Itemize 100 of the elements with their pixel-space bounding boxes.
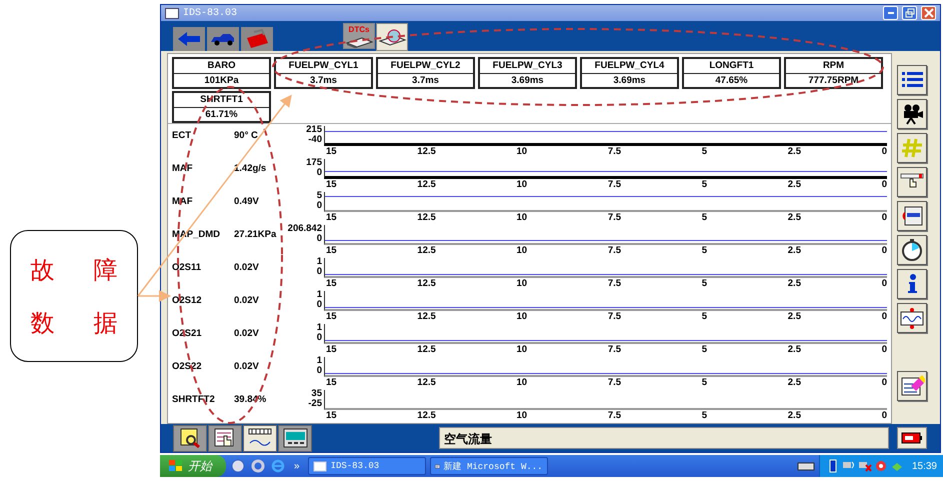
axis-label: 10 — [516, 278, 528, 289]
pid-name: BARO — [174, 59, 269, 74]
axis-label: 5 — [702, 179, 708, 190]
axis-label: 7.5 — [608, 311, 622, 322]
axis-label: 0 — [316, 201, 322, 211]
parameter-value: 90° C — [234, 129, 259, 143]
axis-label: 15 — [326, 377, 337, 388]
axis-label: 10 — [516, 179, 528, 190]
axis-label: 7.5 — [608, 344, 622, 355]
axis-label: 10 — [516, 410, 528, 421]
parameter-name: MAF — [171, 162, 194, 176]
pid-value: 3.7ms — [411, 74, 440, 88]
callout-text: 故 — [30, 254, 54, 286]
axis-label: 5 — [702, 146, 708, 157]
window-title: IDS-83.03 — [183, 8, 238, 18]
view-tab[interactable] — [173, 424, 207, 452]
hash-button[interactable] — [897, 133, 927, 163]
start-button[interactable]: 开始 — [160, 455, 226, 477]
overflow-button[interactable]: » — [290, 458, 304, 474]
axis-label: 5 — [702, 245, 708, 256]
waveform-button[interactable] — [897, 303, 927, 333]
axis-label: 10 — [516, 212, 528, 223]
parameter-name: MAP_DMD — [171, 228, 222, 242]
parameter-name: O2S12 — [171, 294, 203, 308]
minimize-button[interactable] — [883, 6, 898, 20]
view-tab[interactable] — [278, 424, 312, 452]
waveform-icon — [899, 306, 925, 330]
axis-label: 0 — [882, 278, 887, 289]
close-icon — [924, 8, 934, 18]
pid-name: FUELPW_CYL3 — [480, 59, 575, 74]
axis-label: 2.5 — [788, 278, 801, 289]
axis-label: 12.5 — [417, 344, 436, 355]
parameter-value: 0.49V — [234, 195, 260, 209]
view-tab[interactable] — [243, 424, 277, 452]
axis-label: 15 — [326, 245, 337, 256]
axis-label: 175 — [306, 158, 322, 168]
pointer-hand-button[interactable] — [897, 167, 927, 197]
axis-label: 7.5 — [608, 212, 622, 223]
pid-value: 3.7ms — [309, 74, 338, 88]
maximize-button[interactable] — [902, 6, 917, 20]
axis-label: 0 — [882, 410, 887, 421]
axis-label: 12.5 — [417, 212, 436, 223]
camera-button[interactable] — [897, 99, 927, 129]
windows-logo-icon — [168, 459, 184, 473]
axis-label: 0 — [316, 234, 322, 244]
eraser-button[interactable] — [897, 371, 927, 401]
axis-label: 2.5 — [788, 311, 801, 322]
axis-label: 7.5 — [608, 146, 622, 157]
axis-label: 12.5 — [417, 278, 436, 289]
axis-label: 2.5 — [788, 146, 801, 157]
pid-name: LONGFT1 — [684, 59, 779, 74]
axis-label: 12.5 — [417, 179, 436, 190]
axis-label: 5 — [702, 344, 708, 355]
parameter-value: 0.02V — [234, 294, 260, 308]
parameter-value: 0.02V — [234, 261, 260, 275]
axis-label: 12.5 — [417, 311, 436, 322]
callout-text: 数 — [30, 308, 54, 338]
axis-label: 10 — [516, 311, 528, 322]
close-button[interactable] — [921, 6, 936, 20]
network-error-icon[interactable] — [858, 459, 872, 473]
stopwatch-icon — [899, 238, 925, 262]
battery-button[interactable] — [897, 427, 927, 449]
axis-label: 0 — [316, 267, 322, 277]
axis-label: 10 — [516, 245, 528, 256]
axis-label: 1 — [316, 257, 322, 267]
parameter-value: 1.42g/s — [234, 162, 268, 176]
axis-label: 7.5 — [608, 377, 622, 388]
callout-text: 据 — [94, 308, 118, 338]
axis-label: 15 — [326, 212, 337, 223]
window-icon — [312, 460, 327, 472]
pid-name: FUELPW_CYL4 — [582, 59, 677, 74]
axis-label: 12.5 — [417, 245, 436, 256]
axis-label: 12.5 — [417, 146, 436, 157]
pid-value: 101KPa — [203, 74, 240, 88]
stopwatch-button[interactable] — [897, 235, 927, 265]
axis-label: 5 — [316, 191, 322, 201]
restore-icon — [904, 8, 914, 18]
car-button[interactable] — [207, 27, 239, 51]
list-button[interactable] — [897, 65, 927, 95]
axis-label: 1 — [316, 356, 322, 366]
axis-label: 1 — [316, 323, 322, 333]
axis-label: 7.5 — [608, 278, 622, 289]
taskbar-button[interactable]: IDS-83.03 — [308, 457, 426, 475]
parameter-name: ECT — [171, 129, 192, 143]
axis-label: 15 — [326, 311, 337, 322]
eraser-icon — [899, 374, 925, 398]
globe-button[interactable] — [230, 458, 246, 474]
list-refresh-button[interactable] — [897, 201, 927, 231]
parameter-value: 0.02V — [234, 360, 260, 374]
pid-name: RPM — [786, 59, 881, 74]
toolbar-tab[interactable] — [376, 23, 408, 51]
back-arrow-button[interactable] — [173, 27, 205, 51]
axis-label: 7.5 — [608, 179, 622, 190]
view-tab[interactable] — [208, 424, 242, 452]
pid-value: 61.71% — [204, 108, 239, 122]
battery-icon — [901, 432, 923, 444]
info-button[interactable] — [897, 269, 927, 299]
taskbar-button[interactable]: 新建 Microsoft W... — [430, 457, 548, 475]
axis-label: 5 — [702, 311, 708, 322]
axis-label: 2.5 — [788, 212, 801, 223]
